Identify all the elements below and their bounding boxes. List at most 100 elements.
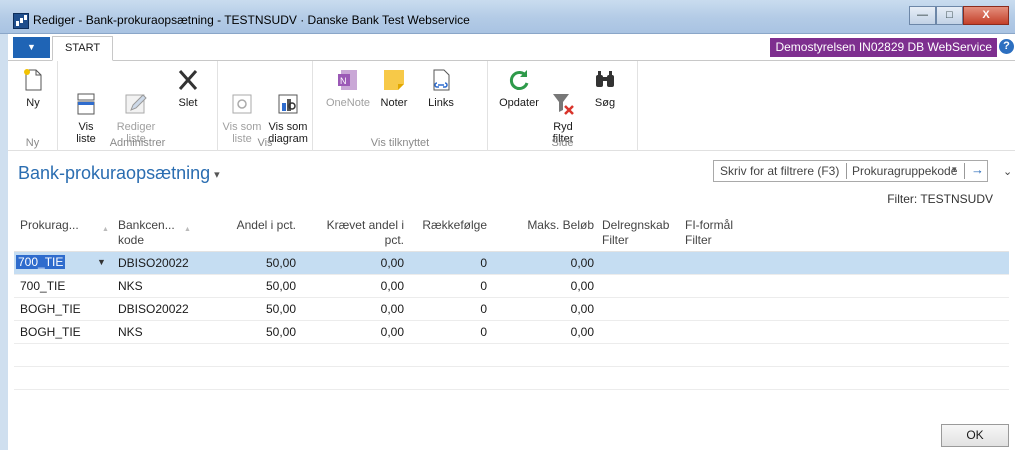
delete-icon	[175, 67, 201, 93]
ribbon-group-new: Ny Ny	[8, 61, 58, 151]
edit-list-icon	[123, 79, 149, 114]
search-icon	[592, 67, 618, 93]
cell-order[interactable]: 0	[409, 302, 487, 316]
collapse-icon[interactable]: ⌄	[1003, 165, 1012, 178]
page-title[interactable]: Bank-prokuraopsætning ▾	[18, 163, 220, 184]
delete-button[interactable]: Slet	[173, 67, 203, 109]
view-as-chart-button[interactable]: Vis som diagram	[266, 67, 310, 145]
title-bar: Rediger - Bank-prokuraopsætning - TESTNS…	[0, 0, 1015, 34]
filter-box: Skriv for at filtrere (F3) Prokuragruppe…	[713, 160, 988, 182]
table-row[interactable]: BOGH_TIE NKS 50,00 0,00 0 0,00	[14, 321, 1009, 344]
links-icon	[428, 67, 454, 93]
new-button[interactable]: Ny	[18, 67, 48, 109]
cell-bank[interactable]: DBISO20022	[118, 302, 189, 316]
window-frame-left	[0, 34, 8, 450]
cell-order[interactable]: 0	[409, 325, 487, 339]
ribbon-group-page: Opdater Ryd filter Søg Side	[488, 61, 638, 151]
filter-status: Filter: TESTNSUDV	[887, 192, 993, 206]
sort-icon: ▲	[102, 226, 109, 233]
ribbon-group-view: Vis som liste Vis som diagram Vis	[218, 61, 313, 151]
view-as-chart-icon	[275, 79, 301, 114]
column-header-max-amount[interactable]: Maks. Beløb	[494, 218, 594, 233]
edit-list-button[interactable]: Rediger liste	[113, 67, 159, 145]
cell-bank[interactable]: DBISO20022	[118, 256, 189, 270]
filter-field-select[interactable]: Prokuragruppekode	[852, 164, 957, 178]
refresh-icon	[506, 67, 532, 93]
ribbon-group-label: Administrer	[109, 137, 166, 149]
notes-icon	[381, 67, 407, 93]
column-header-required-share[interactable]: Krævet andel i pct.	[309, 218, 404, 248]
chevron-down-icon[interactable]: ▼	[97, 257, 106, 267]
cell-code[interactable]: BOGH_TIE	[20, 302, 81, 316]
links-button[interactable]: Links	[423, 67, 459, 109]
cell-required[interactable]: 0,00	[309, 325, 404, 339]
ribbon-group-label: Side	[551, 137, 574, 149]
cell-code[interactable]: 700_TIE	[20, 279, 65, 293]
maximize-button[interactable]: □	[936, 6, 963, 25]
ribbon: Ny Ny Vis liste Rediger liste Slet Admin…	[8, 61, 1015, 151]
company-badge: Demostyrelsen IN02829 DB WebService	[770, 38, 997, 57]
column-header-purpose-filter[interactable]: FI-formål Filter	[685, 218, 733, 248]
ok-button[interactable]: OK	[941, 424, 1009, 447]
tab-start[interactable]: START	[52, 36, 114, 61]
search-button[interactable]: Søg	[590, 67, 620, 109]
cell-required[interactable]: 0,00	[309, 279, 404, 293]
filter-separator	[964, 163, 965, 179]
chevron-down-icon[interactable]: ▾	[952, 164, 957, 175]
ribbon-tab-bar: ▼ START Demostyrelsen IN02829 DB WebServ…	[8, 34, 1015, 61]
view-list-button[interactable]: Vis liste	[68, 67, 104, 145]
data-grid: Prokurag... ▲ Bankcen... kode ▲ Andel i …	[14, 212, 1009, 390]
clear-filter-icon	[550, 79, 576, 115]
sort-icon: ▲	[184, 226, 191, 233]
ribbon-group-related: N OneNote Noter Links Vis tilknyttet	[313, 61, 488, 151]
close-button[interactable]: X	[963, 6, 1009, 25]
onenote-button[interactable]: N OneNote	[323, 67, 373, 109]
notes-button[interactable]: Noter	[376, 67, 412, 109]
cell-bank[interactable]: NKS	[118, 325, 143, 339]
cell-order[interactable]: 0	[409, 256, 487, 270]
column-header-order[interactable]: Rækkefølge	[409, 218, 487, 233]
refresh-button[interactable]: Opdater	[496, 67, 542, 109]
column-header-code[interactable]: Prokurag...	[20, 218, 79, 233]
cell-required[interactable]: 0,00	[309, 256, 404, 270]
cell-share[interactable]: 50,00	[204, 325, 296, 339]
cell-required[interactable]: 0,00	[309, 302, 404, 316]
cell-share[interactable]: 50,00	[204, 256, 296, 270]
cell-max[interactable]: 0,00	[494, 279, 594, 293]
empty-row[interactable]	[14, 344, 1009, 367]
ribbon-group-label: Vis	[257, 137, 273, 149]
view-as-list-button[interactable]: Vis som liste	[222, 67, 262, 145]
clear-filter-button[interactable]: Ryd filter	[546, 67, 580, 145]
cell-max[interactable]: 0,00	[494, 325, 594, 339]
page-title-dropdown-icon[interactable]: ▾	[214, 169, 220, 181]
minimize-button[interactable]: —	[909, 6, 936, 25]
svg-text:N: N	[340, 76, 347, 86]
table-row[interactable]: 700_TIE ▼ DBISO20022 50,00 0,00 0 0,00	[14, 252, 1009, 275]
column-header-share[interactable]: Andel i pct.	[204, 218, 296, 233]
cell-max[interactable]: 0,00	[494, 302, 594, 316]
cell-share[interactable]: 50,00	[204, 279, 296, 293]
arrow-right-icon[interactable]: →	[971, 162, 984, 177]
column-header-bank[interactable]: Bankcen... kode	[118, 218, 175, 248]
cell-bank[interactable]: NKS	[118, 279, 143, 293]
window-title: Rediger - Bank-prokuraopsætning - TESTNS…	[33, 13, 470, 27]
cell-code[interactable]: 700_TIE	[16, 255, 66, 269]
empty-row[interactable]	[14, 367, 1009, 390]
help-icon[interactable]: ?	[999, 39, 1014, 54]
filter-separator	[846, 163, 847, 179]
cell-code[interactable]: BOGH_TIE	[20, 325, 81, 339]
view-list-icon	[73, 79, 99, 115]
cell-max[interactable]: 0,00	[494, 256, 594, 270]
window-controls: — □ X	[909, 6, 1009, 25]
filter-input[interactable]: Skriv for at filtrere (F3)	[720, 164, 839, 178]
ribbon-group-label: Vis tilknyttet	[370, 137, 430, 149]
application-menu-button[interactable]: ▼	[13, 37, 50, 58]
column-header-dept-filter[interactable]: Delregnskab Filter	[602, 218, 669, 248]
grid-header: Prokurag... ▲ Bankcen... kode ▲ Andel i …	[14, 212, 1009, 252]
cell-share[interactable]: 50,00	[204, 302, 296, 316]
ribbon-group-label: Ny	[25, 137, 40, 149]
cell-order[interactable]: 0	[409, 279, 487, 293]
table-row[interactable]: BOGH_TIE DBISO20022 50,00 0,00 0 0,00	[14, 298, 1009, 321]
table-row[interactable]: 700_TIE NKS 50,00 0,00 0 0,00	[14, 275, 1009, 298]
ribbon-group-manage: Vis liste Rediger liste Slet Administrer	[58, 61, 218, 151]
